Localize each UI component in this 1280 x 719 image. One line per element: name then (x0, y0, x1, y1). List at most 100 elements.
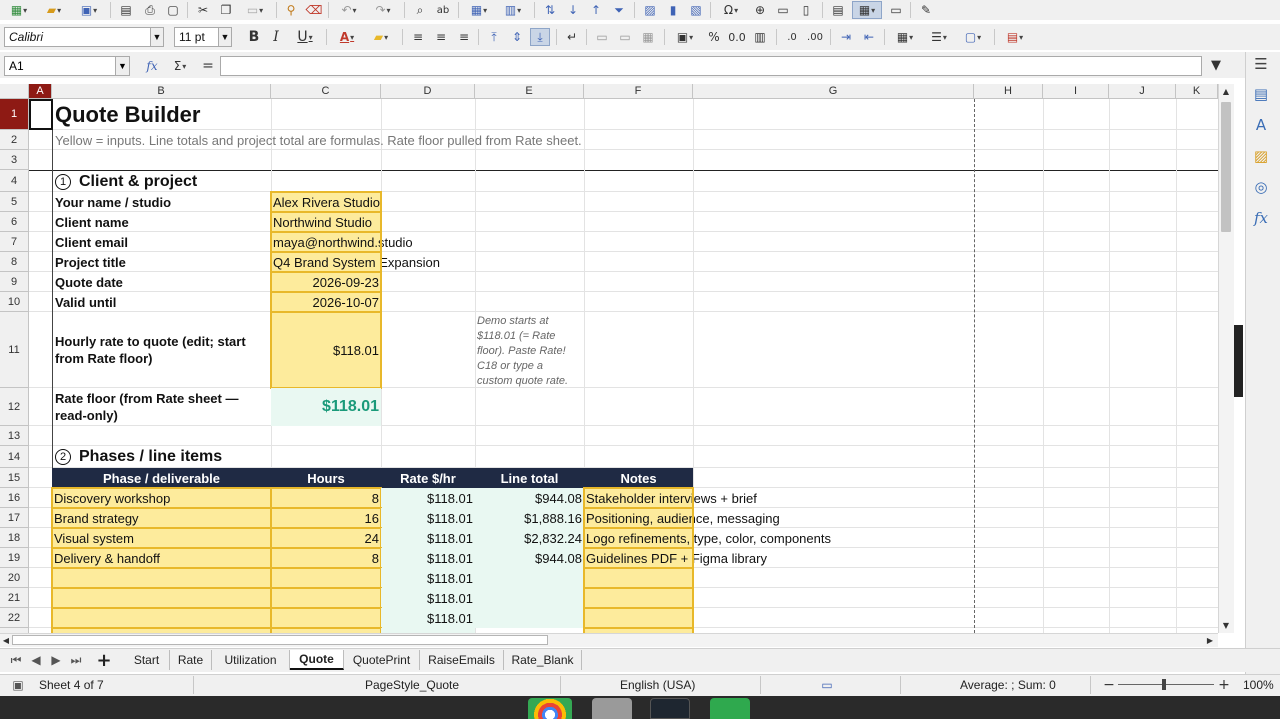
sort-descending-icon[interactable]: ↑ (586, 1, 606, 19)
insert-image-icon[interactable]: ▨ (640, 1, 660, 19)
split-window-icon[interactable]: ▭ (886, 1, 906, 19)
selection-mode-icon[interactable]: ▭ (812, 676, 842, 694)
input-valid-until[interactable]: 2026-10-07 (270, 291, 382, 313)
line-item-hours[interactable] (270, 587, 382, 609)
font-size-box[interactable]: 11 pt ▼ (174, 27, 232, 47)
vertical-scroll-thumb[interactable] (1221, 102, 1231, 232)
line-item-phase[interactable] (51, 567, 272, 589)
line-item-phase[interactable]: Delivery & handoff (51, 547, 272, 569)
terminal-icon[interactable] (650, 698, 690, 719)
line-item-hours[interactable] (270, 567, 382, 589)
column-header-e[interactable]: E (475, 84, 584, 99)
freeze-rows-columns-icon[interactable]: ▦ (852, 1, 882, 19)
line-item-notes[interactable] (583, 567, 694, 589)
zoom-out-icon[interactable]: − (1099, 676, 1119, 694)
row-header[interactable]: 1 (0, 99, 29, 130)
line-item-phase[interactable] (51, 607, 272, 629)
zoom-slider-handle[interactable] (1162, 679, 1166, 690)
scroll-up-icon[interactable]: ▲ (1219, 84, 1233, 98)
line-item-phase[interactable]: Brand strategy (51, 507, 272, 529)
row-header[interactable]: 18 (0, 528, 29, 548)
copy-icon[interactable]: ❐ (216, 1, 236, 19)
insert-chart-icon[interactable]: ▮ (663, 1, 683, 19)
tab-utilization[interactable]: Utilization (212, 650, 290, 670)
scroll-down-icon[interactable]: ▼ (1219, 618, 1233, 632)
underline-button[interactable]: U (288, 28, 322, 46)
input-client-email[interactable]: maya@northwind.studio (270, 231, 413, 253)
new-document-icon[interactable]: ▦ (4, 1, 34, 19)
row-header[interactable]: 15 (0, 468, 29, 488)
print-preview-icon[interactable]: ▢ (163, 1, 183, 19)
sort-ascending-icon[interactable]: ↓ (563, 1, 583, 19)
properties-icon[interactable]: ▤ (1249, 82, 1273, 106)
line-item-notes[interactable]: Logo refinements, type, color, component… (583, 527, 831, 549)
decrease-indent-icon[interactable]: ⇤ (859, 28, 879, 46)
merge-center-icon[interactable]: ▭ (592, 28, 612, 46)
chevron-down-icon[interactable]: ▼ (218, 28, 231, 46)
line-item-hours[interactable] (270, 607, 382, 629)
language-status[interactable]: English (USA) (620, 678, 695, 692)
chevron-down-icon[interactable]: ▼ (150, 28, 163, 46)
line-item-notes[interactable]: Stakeholder interviews + brief (583, 487, 757, 509)
first-sheet-icon[interactable]: ⏮ (8, 651, 24, 669)
conditional-format-icon[interactable]: ▤ (1000, 28, 1030, 46)
find-replace-icon[interactable]: ⌕ (410, 1, 430, 19)
row-header[interactable]: 21 (0, 588, 29, 608)
row-header[interactable]: 6 (0, 212, 29, 232)
line-item-notes[interactable] (583, 587, 694, 609)
name-box[interactable]: A1 ▼ (4, 56, 130, 76)
line-item-hours[interactable]: 8 (270, 487, 382, 509)
align-top-icon[interactable]: ⤒ (484, 28, 504, 46)
currency-format-icon[interactable]: ▣ (670, 28, 700, 46)
row-header[interactable]: 14 (0, 446, 29, 468)
paste-icon[interactable]: ▭ (240, 1, 270, 19)
align-bottom-icon[interactable]: ⤓ (530, 28, 550, 46)
hyperlink-icon[interactable]: ⊕ (750, 1, 770, 19)
column-header-c[interactable]: C (271, 84, 381, 99)
next-sheet-icon[interactable]: ▶ (48, 651, 64, 669)
wrap-text-icon[interactable]: ↵ (562, 28, 582, 46)
styles-icon[interactable]: A (1249, 113, 1273, 137)
highlight-color-icon[interactable]: ▰ (366, 28, 396, 46)
delete-decimal-icon[interactable]: .00 (805, 28, 825, 46)
special-character-icon[interactable]: Ω (716, 1, 746, 19)
tab-quoteprint[interactable]: QuotePrint (344, 650, 420, 670)
clone-formatting-icon[interactable]: ⚲ (281, 1, 301, 19)
formula-input[interactable] (220, 56, 1202, 76)
zoom-level[interactable]: 100% (1243, 678, 1274, 692)
document-modified-icon[interactable]: ▣ (8, 676, 28, 694)
zoom-slider[interactable] (1118, 684, 1214, 685)
column-header-k[interactable]: K (1176, 84, 1218, 99)
align-center-icon[interactable]: ≡ (431, 28, 451, 46)
input-project-title[interactable]: Q4 Brand System Expansion (270, 251, 440, 273)
input-client-name[interactable]: Northwind Studio (270, 211, 382, 233)
percent-format-button[interactable]: % (704, 28, 724, 46)
align-left-icon[interactable]: ≡ (408, 28, 428, 46)
navigator-icon[interactable]: ◎ (1249, 175, 1273, 199)
chevron-down-icon[interactable]: ▼ (115, 57, 129, 75)
chrome-browser-icon[interactable] (528, 698, 572, 719)
scroll-left-icon[interactable]: ◀ (0, 634, 12, 646)
unmerge-cells-icon[interactable]: ▦ (638, 28, 658, 46)
row-header[interactable]: 22 (0, 608, 29, 628)
last-sheet-icon[interactable]: ⏭ (68, 651, 84, 669)
column-icon[interactable]: ▥ (498, 1, 528, 19)
horizontal-scroll-thumb[interactable] (12, 635, 548, 645)
pivot-table-icon[interactable]: ▧ (686, 1, 706, 19)
calc-app-icon[interactable] (710, 698, 750, 719)
align-middle-icon[interactable]: ⇕ (507, 28, 527, 46)
column-header-h[interactable]: H (974, 84, 1043, 99)
input-your-name[interactable]: Alex Rivera Studio (270, 191, 382, 213)
column-header-i[interactable]: I (1043, 84, 1109, 99)
row-header[interactable]: 13 (0, 426, 29, 446)
export-pdf-icon[interactable]: ▤ (116, 1, 136, 19)
tab-rate-blank[interactable]: Rate_Blank (504, 650, 582, 670)
column-header-b[interactable]: B (52, 84, 271, 99)
headers-footers-icon[interactable]: ▯ (796, 1, 816, 19)
sidebar-collapse-handle[interactable] (1234, 325, 1243, 397)
save-icon[interactable]: ▣ (74, 1, 104, 19)
sort-icon[interactable]: ⇅ (540, 1, 560, 19)
font-color-icon[interactable]: A (332, 28, 362, 46)
column-header-j[interactable]: J (1109, 84, 1176, 99)
line-item-phase[interactable]: Visual system (51, 527, 272, 549)
